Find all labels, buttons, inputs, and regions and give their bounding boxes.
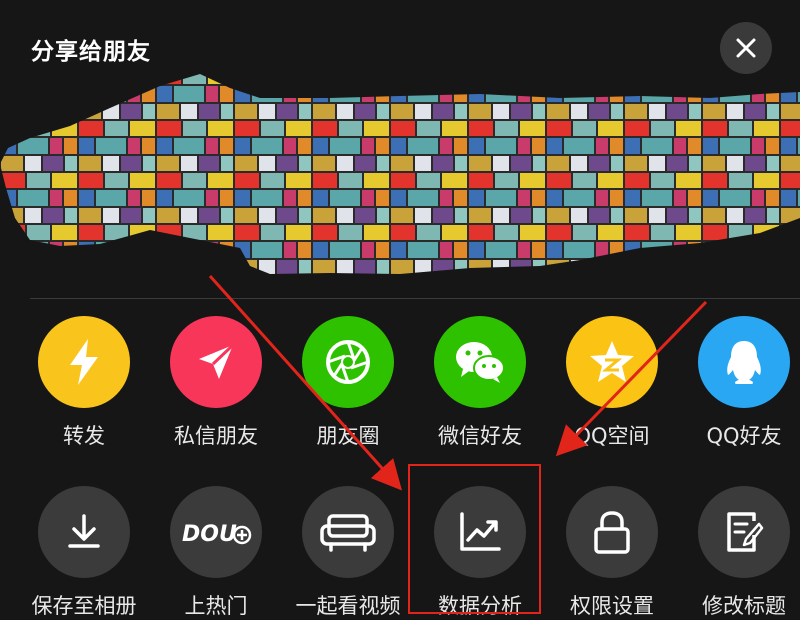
share-item-moments[interactable]: 朋友圈	[282, 316, 414, 450]
action-item-watch-together[interactable]: 一起看视频	[282, 486, 414, 620]
action-item-boost[interactable]: DOU 上热门	[150, 486, 282, 620]
qq-penguin-icon	[727, 341, 761, 384]
share-item-label: QQ好友	[706, 424, 782, 448]
share-item-label: QQ空间	[574, 424, 650, 448]
close-button[interactable]	[720, 22, 772, 74]
paper-plane-icon	[199, 343, 235, 379]
close-icon	[736, 38, 756, 58]
qzone-star-icon	[590, 341, 634, 382]
forward-button[interactable]	[38, 316, 130, 408]
page-title: 分享给朋友	[31, 39, 151, 65]
redacted-contact-area	[0, 74, 800, 274]
moments-shutter-icon	[326, 340, 370, 384]
wechat-button[interactable]	[434, 316, 526, 408]
actions-row: 保存至相册 DOU 上热门 一起看视频 数据分析 权限设置 修改标题	[0, 486, 800, 618]
permission-settings-button[interactable]	[566, 486, 658, 578]
share-item-qzone[interactable]: QQ空间	[546, 316, 678, 450]
lightning-icon	[70, 339, 98, 385]
share-item-label: 朋友圈	[316, 424, 380, 448]
private-message-button[interactable]	[170, 316, 262, 408]
share-item-label: 转发	[63, 424, 105, 448]
share-item-label: 私信朋友	[174, 424, 258, 448]
action-item-label: 修改标题	[702, 594, 786, 618]
share-item-private-message[interactable]: 私信朋友	[150, 316, 282, 450]
share-item-qq[interactable]: QQ好友	[678, 316, 800, 450]
action-item-label: 保存至相册	[31, 594, 137, 618]
share-item-label: 微信好友	[438, 424, 522, 448]
save-to-album-button[interactable]	[38, 486, 130, 578]
dou-plus-text: DOU	[182, 522, 237, 547]
share-targets-row: 转发 私信朋友 朋友圈 微信好友 QQ空间 QQ好友	[0, 316, 800, 448]
share-item-forward[interactable]: 转发	[18, 316, 150, 450]
action-item-label: 一起看视频	[295, 594, 401, 618]
watch-together-button[interactable]	[302, 486, 394, 578]
moments-button[interactable]	[302, 316, 394, 408]
download-icon	[68, 514, 100, 548]
action-item-label: 权限设置	[570, 594, 654, 618]
qq-button[interactable]	[698, 316, 790, 408]
divider	[30, 298, 800, 299]
action-item-save-to-album[interactable]: 保存至相册	[18, 486, 150, 620]
wechat-icon	[456, 342, 505, 383]
sofa-icon	[320, 514, 376, 552]
boost-button[interactable]: DOU	[170, 486, 262, 578]
dou-plus-icon: DOU	[182, 522, 252, 547]
action-item-label: 上热门	[184, 594, 248, 618]
edit-document-icon	[727, 512, 764, 552]
action-item-edit-title[interactable]: 修改标题	[678, 486, 800, 620]
share-item-wechat[interactable]: 微信好友	[414, 316, 546, 450]
lock-icon	[594, 511, 630, 554]
edit-title-button[interactable]	[698, 486, 790, 578]
qzone-button[interactable]	[566, 316, 658, 408]
action-item-permission-settings[interactable]: 权限设置	[546, 486, 678, 620]
annotation-highlight-box	[408, 464, 541, 614]
